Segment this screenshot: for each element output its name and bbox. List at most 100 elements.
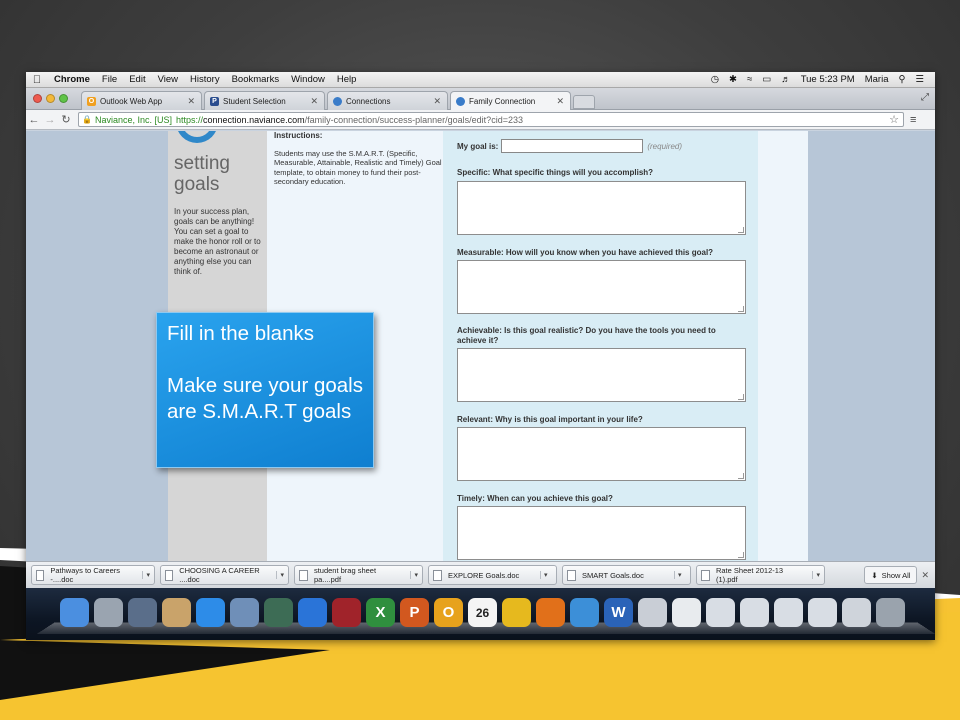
- instructions-body: Students may use the S.M.A.R.T. (Specifi…: [274, 148, 442, 187]
- tab-outlook[interactable]: O Outlook Web App ✕: [81, 91, 202, 110]
- calendar-icon[interactable]: 26: [468, 598, 497, 627]
- dropdown-caret-icon[interactable]: ▾: [540, 571, 548, 579]
- close-tab-icon[interactable]: ✕: [556, 96, 564, 107]
- reload-icon[interactable]: ↻: [58, 113, 74, 126]
- spotlight-icon[interactable]: ⚲: [894, 74, 911, 85]
- preview-icon[interactable]: [230, 598, 259, 627]
- download-filename: SMART Goals.doc: [582, 570, 644, 580]
- finder-icon[interactable]: [60, 598, 89, 627]
- fullscreen-icon[interactable]: ⤢: [921, 92, 929, 103]
- contacts-icon[interactable]: [162, 598, 191, 627]
- download-item[interactable]: Rate Sheet 2012-13 (1).pdf ▾: [696, 565, 825, 585]
- achievable-textarea[interactable]: [457, 348, 746, 402]
- dropdown-caret-icon[interactable]: ▾: [674, 571, 682, 579]
- dropdown-caret-icon[interactable]: ▾: [812, 571, 820, 579]
- sidebar-heading-line2: goals: [174, 174, 220, 195]
- show-all-button[interactable]: ⬇ Show All: [864, 566, 918, 584]
- tab-label: Outlook Web App: [100, 96, 163, 106]
- documents-stack-icon[interactable]: [638, 598, 667, 627]
- goal-input[interactable]: [501, 139, 644, 153]
- trash-icon[interactable]: [876, 598, 905, 627]
- menu-bookmarks[interactable]: Bookmarks: [226, 74, 286, 85]
- minimize-window-icon[interactable]: [46, 94, 55, 103]
- tab-label: Student Selection: [223, 96, 286, 106]
- address-bar[interactable]: 🔒 Naviance, Inc. [US] https:// connectio…: [78, 112, 904, 127]
- mission-control-icon[interactable]: [128, 598, 157, 627]
- downloads-bar: Pathways to Careers -....doc ▾ CHOOSING …: [26, 561, 935, 588]
- document-stack-icon[interactable]: [740, 598, 769, 627]
- downloads-stack-icon[interactable]: [842, 598, 871, 627]
- dropdown-caret-icon[interactable]: ▾: [142, 571, 150, 579]
- document-icon: [36, 569, 45, 581]
- timely-textarea[interactable]: [457, 506, 746, 560]
- menu-help[interactable]: Help: [331, 74, 363, 85]
- safari-icon[interactable]: [570, 598, 599, 627]
- menu-app-name[interactable]: Chrome: [48, 74, 96, 85]
- itunes-icon[interactable]: [298, 598, 327, 627]
- user-name[interactable]: Maria: [860, 74, 894, 85]
- download-item[interactable]: EXPLORE Goals.doc ▾: [428, 565, 557, 585]
- tab-connections[interactable]: Connections ✕: [327, 91, 448, 110]
- facetime-icon[interactable]: [264, 598, 293, 627]
- download-item[interactable]: student brag sheet pa....pdf ▾: [294, 565, 423, 585]
- dropdown-caret-icon[interactable]: ▾: [410, 571, 418, 579]
- menu-view[interactable]: View: [152, 74, 184, 85]
- document-stack-icon[interactable]: [808, 598, 837, 627]
- powerpoint-icon[interactable]: P: [400, 598, 429, 627]
- download-item[interactable]: Pathways to Careers -....doc ▾: [31, 565, 155, 585]
- close-window-icon[interactable]: [33, 94, 42, 103]
- battery-icon[interactable]: ▭: [757, 74, 776, 85]
- document-icon: [701, 569, 710, 581]
- screenshot:  Chrome File Edit View History Bookmark…: [26, 72, 935, 640]
- menu-edit[interactable]: Edit: [123, 74, 151, 85]
- menu-history[interactable]: History: [184, 74, 226, 85]
- back-icon[interactable]: ←: [26, 114, 42, 126]
- tab-family-connection[interactable]: Family Connection ✕: [450, 91, 571, 110]
- download-item[interactable]: SMART Goals.doc ▾: [562, 565, 691, 585]
- question-specific: Specific: What specific things will you …: [457, 168, 654, 177]
- apple-icon[interactable]: : [26, 74, 48, 86]
- measurable-textarea[interactable]: [457, 260, 746, 314]
- document-stack-icon[interactable]: [706, 598, 735, 627]
- dropdown-caret-icon[interactable]: ▾: [276, 571, 284, 579]
- sidebar-heading: setting goals: [174, 153, 230, 195]
- close-tab-icon[interactable]: ✕: [433, 96, 441, 107]
- photo-booth-icon[interactable]: [332, 598, 361, 627]
- app-store-icon[interactable]: [196, 598, 225, 627]
- close-tab-icon[interactable]: ✕: [310, 96, 318, 107]
- download-item[interactable]: CHOOSING A CAREER ....doc ▾: [160, 565, 289, 585]
- close-tab-icon[interactable]: ✕: [187, 96, 195, 107]
- globe-icon: [333, 96, 342, 106]
- callout-line1: Fill in the blanks: [167, 322, 314, 345]
- document-icon[interactable]: [672, 598, 701, 627]
- notification-icon[interactable]: ☰: [910, 74, 929, 85]
- forward-icon[interactable]: →: [42, 114, 58, 126]
- menu-file[interactable]: File: [96, 74, 123, 85]
- close-downloads-icon[interactable]: ✕: [921, 570, 929, 581]
- menu-window[interactable]: Window: [285, 74, 331, 85]
- clock[interactable]: Tue 5:23 PM: [796, 74, 860, 85]
- launchpad-icon[interactable]: [94, 598, 123, 627]
- firefox-icon[interactable]: [536, 598, 565, 627]
- volume-icon[interactable]: ♬: [776, 74, 796, 85]
- excel-icon[interactable]: X: [366, 598, 395, 627]
- zoom-window-icon[interactable]: [59, 94, 68, 103]
- new-tab-button[interactable]: [573, 95, 595, 109]
- time-machine-icon[interactable]: ◷: [706, 74, 724, 85]
- wifi-icon[interactable]: ≈: [742, 74, 757, 85]
- goal-row: My goal is: (required): [457, 139, 682, 153]
- chrome-menu-icon[interactable]: ≡: [910, 114, 916, 126]
- specific-textarea[interactable]: [457, 181, 746, 235]
- document-icon: [165, 569, 174, 581]
- tab-student-selection[interactable]: P Student Selection ✕: [204, 91, 325, 110]
- bluetooth-icon[interactable]: ✱: [724, 74, 742, 85]
- security-label: Naviance, Inc. [US]: [94, 114, 173, 125]
- document-icon: [567, 569, 576, 581]
- relevant-textarea[interactable]: [457, 427, 746, 481]
- word-icon[interactable]: W: [604, 598, 633, 627]
- sidebar-description: In your success plan, goals can be anyth…: [174, 207, 261, 276]
- outlook-icon[interactable]: O: [434, 598, 463, 627]
- bookmark-star-icon[interactable]: ☆: [889, 113, 899, 126]
- document-stack-icon[interactable]: [774, 598, 803, 627]
- chrome-icon[interactable]: [502, 598, 531, 627]
